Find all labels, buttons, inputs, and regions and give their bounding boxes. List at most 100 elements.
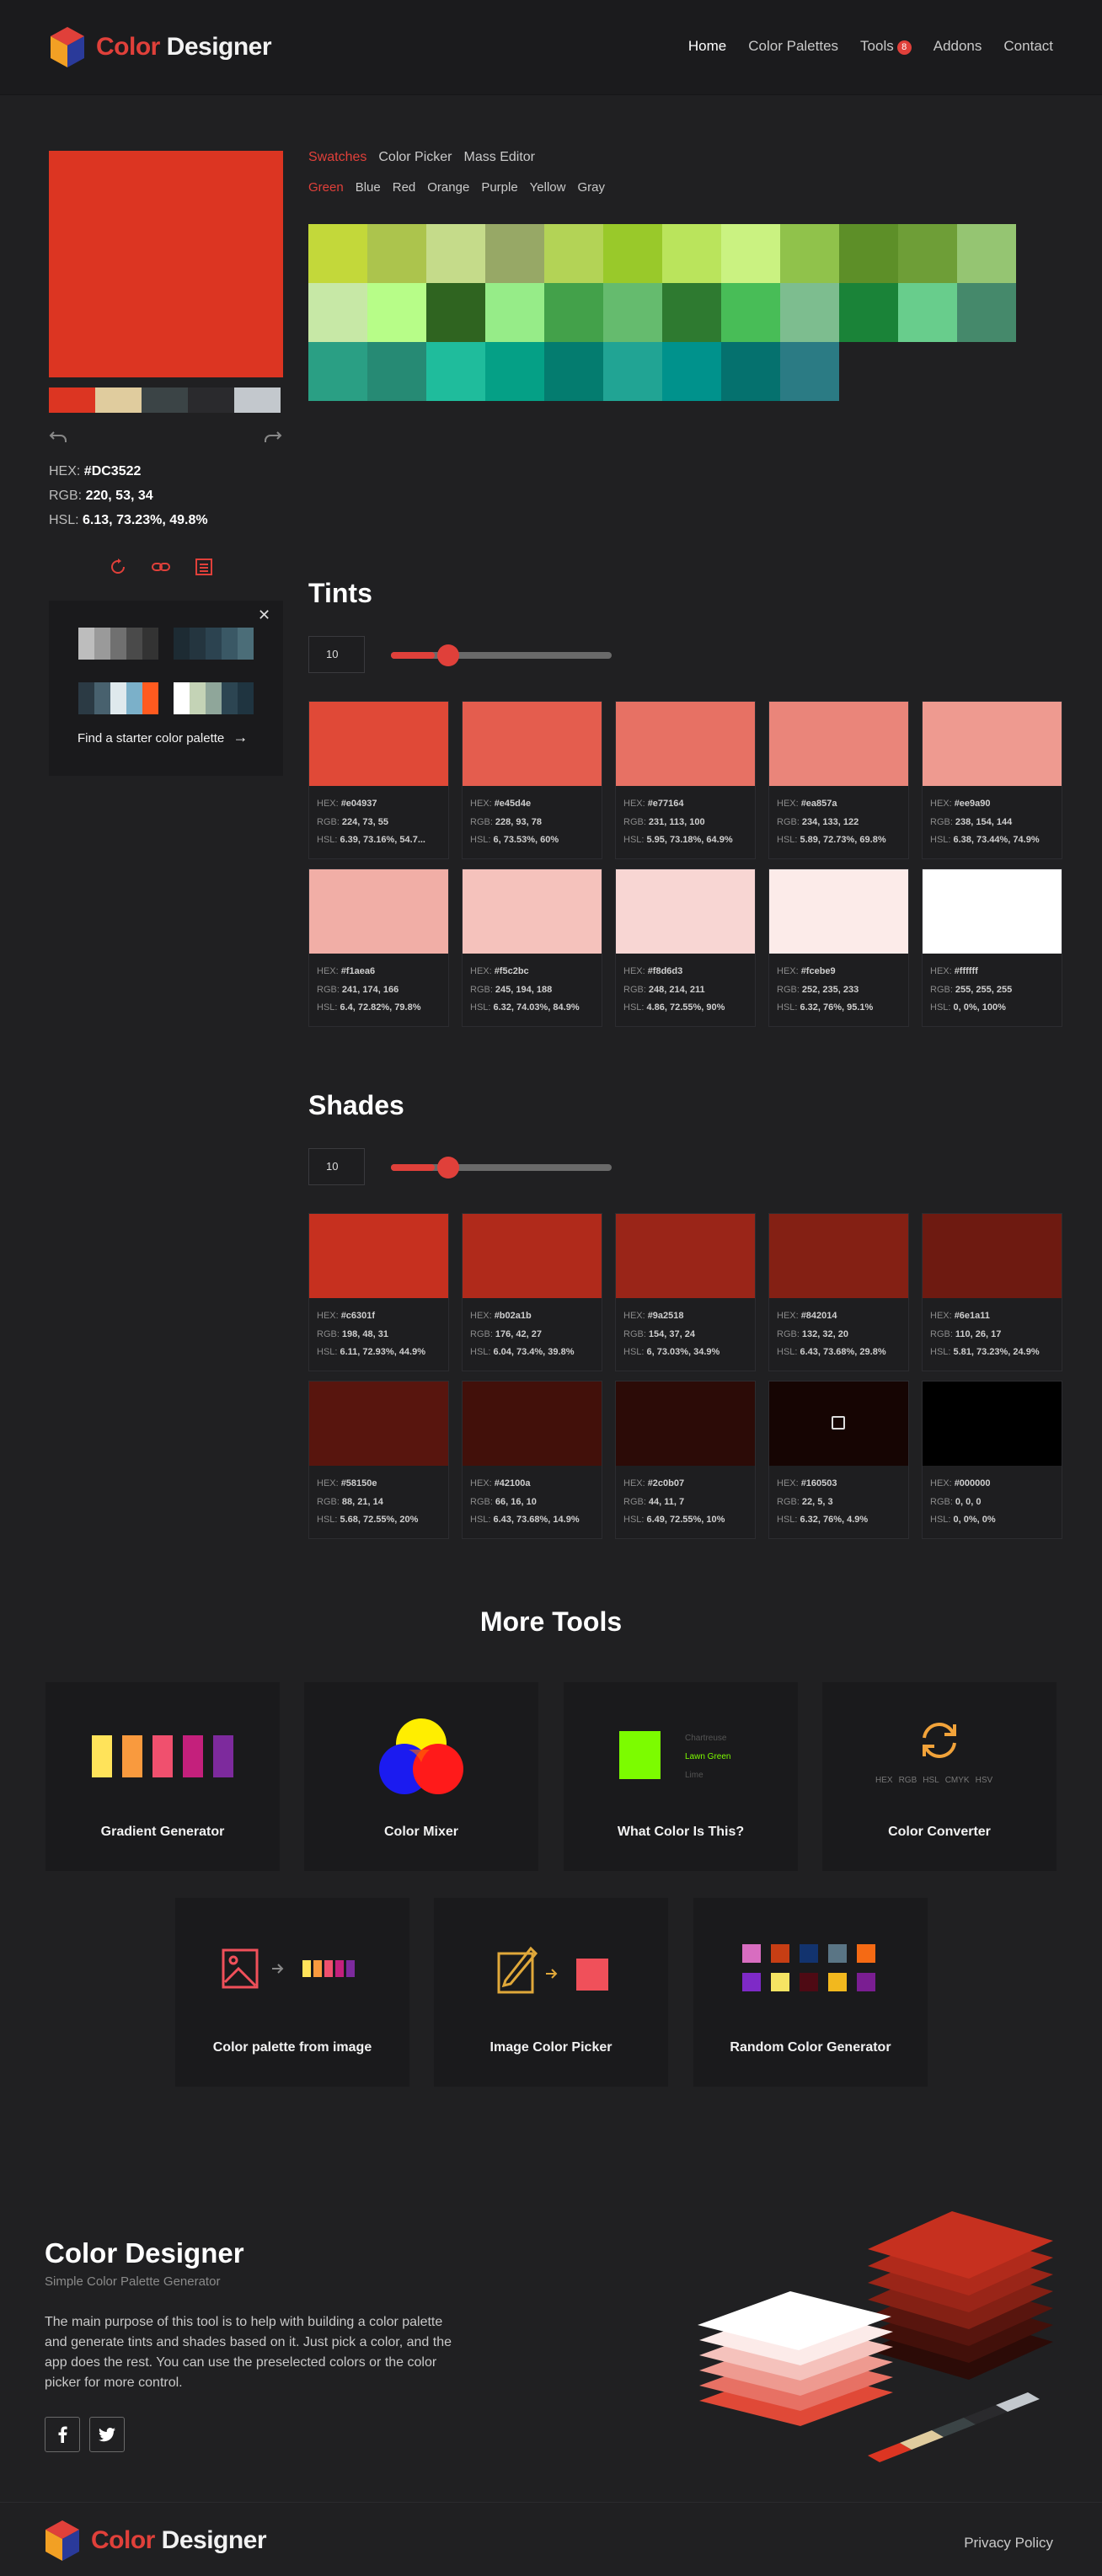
logo[interactable]: Color Designer	[49, 25, 272, 69]
history-swatch[interactable]	[49, 387, 95, 413]
swatch-cell[interactable]	[957, 283, 1016, 342]
gradient-generator-card[interactable]: Gradient Generator	[45, 1682, 280, 1871]
tab-mass-editor[interactable]: Mass Editor	[464, 150, 535, 165]
tints-slider-handle[interactable]	[437, 644, 459, 666]
color-tab-red[interactable]: Red	[393, 180, 416, 195]
swatch-cell[interactable]	[721, 224, 780, 283]
facebook-icon[interactable]	[45, 2417, 80, 2452]
shade-card[interactable]: HEX: #160503 RGB: 22, 5, 3 HSL: 6.32, 76%, 4.…	[768, 1381, 909, 1539]
color-tab-green[interactable]: Green	[308, 180, 344, 195]
image-color-picker-card[interactable]: Image Color Picker	[434, 1898, 668, 2087]
swatch-cell[interactable]	[367, 283, 426, 342]
history-swatch[interactable]	[95, 387, 142, 413]
shade-card[interactable]: HEX: #b02a1b RGB: 176, 42, 27 HSL: 6.04, 73.4…	[462, 1213, 602, 1371]
swatch-cell[interactable]	[308, 283, 367, 342]
swatch-cell[interactable]	[426, 283, 485, 342]
tint-card[interactable]: HEX: #e77164 RGB: 231, 113, 100 HSL: 5.95, 73…	[615, 701, 756, 859]
swatch-cell[interactable]	[603, 283, 662, 342]
mini-palette-slate[interactable]	[174, 628, 254, 660]
shade-card[interactable]: HEX: #2c0b07 RGB: 44, 11, 7 HSL: 6.49, 72.55%…	[615, 1381, 756, 1539]
swatch-cell[interactable]	[780, 283, 839, 342]
tint-card[interactable]: HEX: #ee9a90 RGB: 238, 154, 144 HSL: 6.38, 73…	[922, 701, 1062, 859]
nav-contact[interactable]: Contact	[1003, 38, 1053, 55]
swatch-cell[interactable]	[721, 283, 780, 342]
shades-slider-handle[interactable]	[437, 1157, 459, 1178]
swatch-cell[interactable]	[898, 283, 957, 342]
swatch-cell[interactable]	[367, 342, 426, 401]
color-tab-purple[interactable]: Purple	[481, 180, 517, 195]
tint-card[interactable]: HEX: #fcebe9 RGB: 252, 235, 233 HSL: 6.32, 76…	[768, 868, 909, 1027]
swatch-cell[interactable]	[839, 283, 898, 342]
swatch-cell[interactable]	[485, 342, 544, 401]
tint-card[interactable]: HEX: #ea857a RGB: 234, 133, 122 HSL: 5.89, 72…	[768, 701, 909, 859]
swatch-cell[interactable]	[721, 342, 780, 401]
shade-card[interactable]: HEX: #42100a RGB: 66, 16, 10 HSL: 6.43, 73.68…	[462, 1381, 602, 1539]
nav-addons[interactable]: Addons	[933, 38, 982, 55]
palette-from-image-card[interactable]: Color palette from image	[175, 1898, 409, 2087]
tint-card[interactable]: HEX: #e45d4e RGB: 228, 93, 78 HSL: 6, 73.53%,…	[462, 701, 602, 859]
color-tab-gray[interactable]: Gray	[577, 180, 605, 195]
random-color-card[interactable]: Random Color Generator	[693, 1898, 928, 2087]
nav-tools[interactable]: Tools 8	[860, 38, 912, 55]
swatch-cell[interactable]	[839, 224, 898, 283]
shade-card[interactable]: HEX: #58150e RGB: 88, 21, 14 HSL: 5.68, 72.55…	[308, 1381, 449, 1539]
link-icon[interactable]	[152, 558, 170, 580]
mini-palette-teal[interactable]	[174, 682, 254, 714]
selected-color-swatch[interactable]	[49, 151, 283, 377]
history-swatch[interactable]	[188, 387, 234, 413]
swatch-cell[interactable]	[898, 224, 957, 283]
tints-steps-input[interactable]: 10	[308, 636, 365, 673]
swatch-cell[interactable]	[780, 224, 839, 283]
tint-card[interactable]: HEX: #ffffff RGB: 255, 255, 255 HSL: 0, 0%, 1…	[922, 868, 1062, 1027]
what-color-card[interactable]: Chartreuse Lawn Green Lime What Color Is…	[564, 1682, 798, 1871]
swatch-cell[interactable]	[603, 342, 662, 401]
swatch-cell[interactable]	[662, 283, 721, 342]
swatch-cell[interactable]	[662, 342, 721, 401]
swatch-cell[interactable]	[780, 342, 839, 401]
swatch-cell[interactable]	[485, 283, 544, 342]
shade-card[interactable]: HEX: #842014 RGB: 132, 32, 20 HSL: 6.43, 73.6…	[768, 1213, 909, 1371]
redo-icon[interactable]	[264, 430, 282, 449]
color-converter-card[interactable]: HEX RGB HSL CMYK HSV Color Converter	[822, 1682, 1057, 1871]
mini-palette-orange[interactable]	[78, 682, 158, 714]
shades-steps-input[interactable]: 10	[308, 1148, 365, 1185]
swatch-cell[interactable]	[367, 224, 426, 283]
swatch-cell[interactable]	[957, 224, 1016, 283]
reset-icon[interactable]	[110, 558, 126, 580]
undo-icon[interactable]	[49, 430, 67, 449]
swatch-cell[interactable]	[308, 224, 367, 283]
close-icon[interactable]: ✕	[258, 607, 270, 624]
color-mixer-card[interactable]: Color Mixer	[304, 1682, 538, 1871]
list-icon[interactable]	[195, 558, 212, 580]
tint-card[interactable]: HEX: #f5c2bc RGB: 245, 194, 188 HSL: 6.32, 74…	[462, 868, 602, 1027]
swatch-cell[interactable]	[308, 342, 367, 401]
tab-swatches[interactable]: Swatches	[308, 150, 366, 165]
starter-palette-link[interactable]: Find a starter color palette →	[78, 729, 248, 746]
privacy-policy-link[interactable]: Privacy Policy	[964, 2535, 1053, 2552]
tint-card[interactable]: HEX: #e04937 RGB: 224, 73, 55 HSL: 6.39, 73.1…	[308, 701, 449, 859]
shade-card[interactable]: HEX: #000000 RGB: 0, 0, 0 HSL: 0, 0%, 0%	[922, 1381, 1062, 1539]
swatch-cell[interactable]	[603, 224, 662, 283]
swatch-cell[interactable]	[544, 342, 603, 401]
history-swatch[interactable]	[234, 387, 281, 413]
color-tab-blue[interactable]: Blue	[356, 180, 381, 195]
nav-color-palettes[interactable]: Color Palettes	[748, 38, 838, 55]
swatch-cell[interactable]	[485, 224, 544, 283]
shade-card[interactable]: HEX: #9a2518 RGB: 154, 37, 24 HSL: 6, 73.03%,…	[615, 1213, 756, 1371]
tint-card[interactable]: HEX: #f1aea6 RGB: 241, 174, 166 HSL: 6.4, 72.…	[308, 868, 449, 1027]
swatch-cell[interactable]	[426, 224, 485, 283]
swatch-cell[interactable]	[544, 283, 603, 342]
twitter-icon[interactable]	[89, 2417, 125, 2452]
history-swatch[interactable]	[142, 387, 188, 413]
shade-card[interactable]: HEX: #c6301f RGB: 198, 48, 31 HSL: 6.11, 72.9…	[308, 1213, 449, 1371]
mini-palette-gray[interactable]	[78, 628, 158, 660]
swatch-cell[interactable]	[544, 224, 603, 283]
tab-color-picker[interactable]: Color Picker	[378, 150, 452, 165]
color-tab-orange[interactable]: Orange	[427, 180, 469, 195]
swatch-cell[interactable]	[426, 342, 485, 401]
color-tab-yellow[interactable]: Yellow	[530, 180, 566, 195]
shade-card[interactable]: HEX: #6e1a11 RGB: 110, 26, 17 HSL: 5.81, 73.2…	[922, 1213, 1062, 1371]
nav-home[interactable]: Home	[688, 38, 726, 55]
footer-logo[interactable]: Color Designer	[44, 2519, 267, 2563]
tint-card[interactable]: HEX: #f8d6d3 RGB: 248, 214, 211 HSL: 4.86, 72…	[615, 868, 756, 1027]
